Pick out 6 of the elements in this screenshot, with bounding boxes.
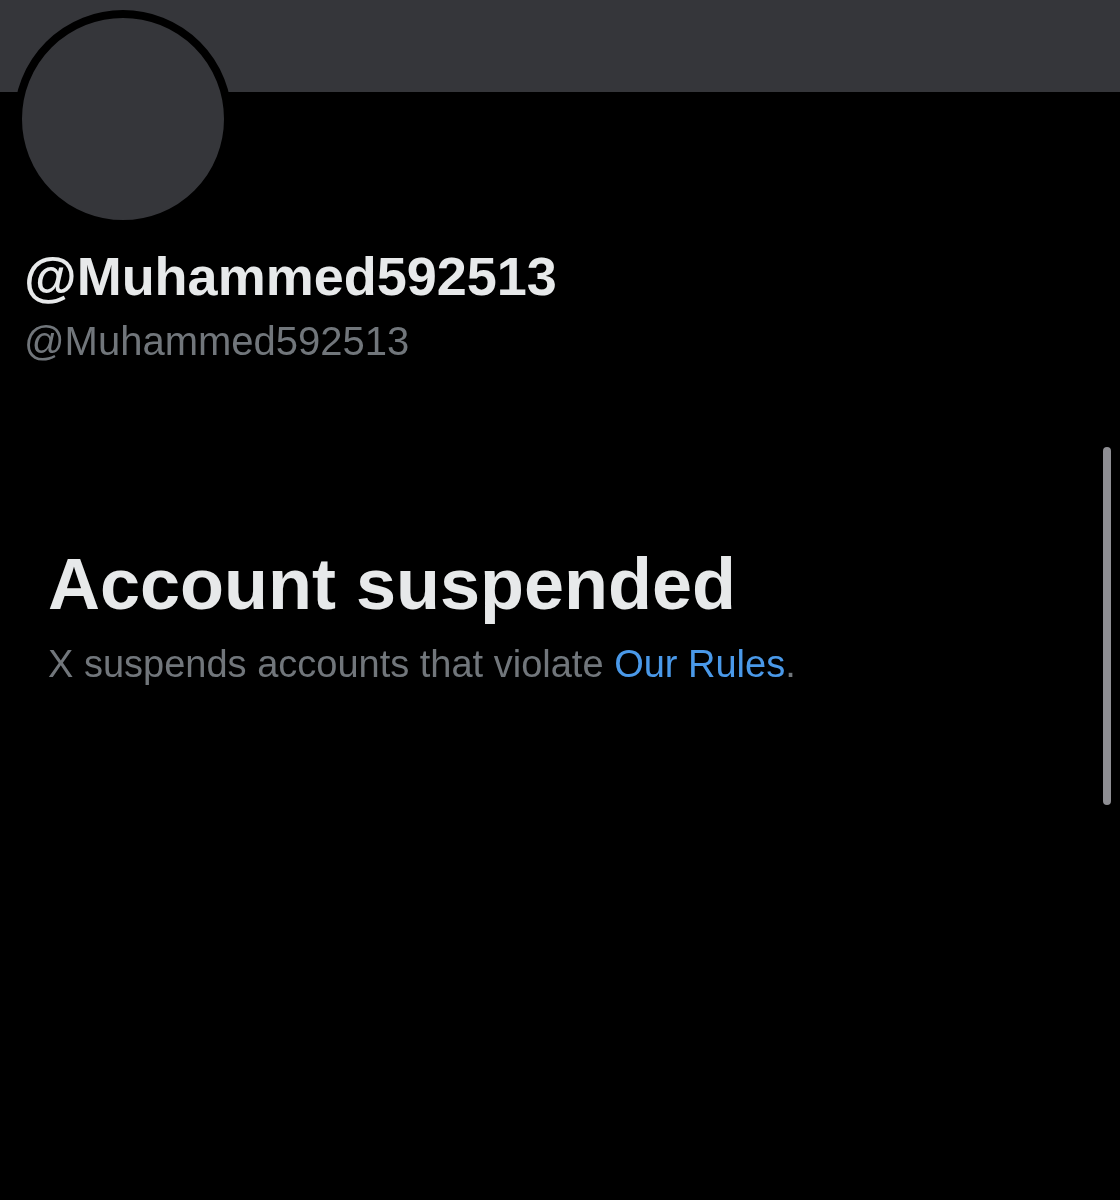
display-name: @Muhammed592513 [24, 245, 558, 308]
scroll-bar[interactable] [1103, 447, 1111, 805]
suspension-message: X suspends accounts that violate Our Rules. [48, 642, 797, 687]
suspended-heading: Account suspended [48, 543, 738, 626]
rules-link[interactable]: Our Rules [614, 643, 786, 685]
username: @Muhammed592513 [24, 318, 411, 365]
